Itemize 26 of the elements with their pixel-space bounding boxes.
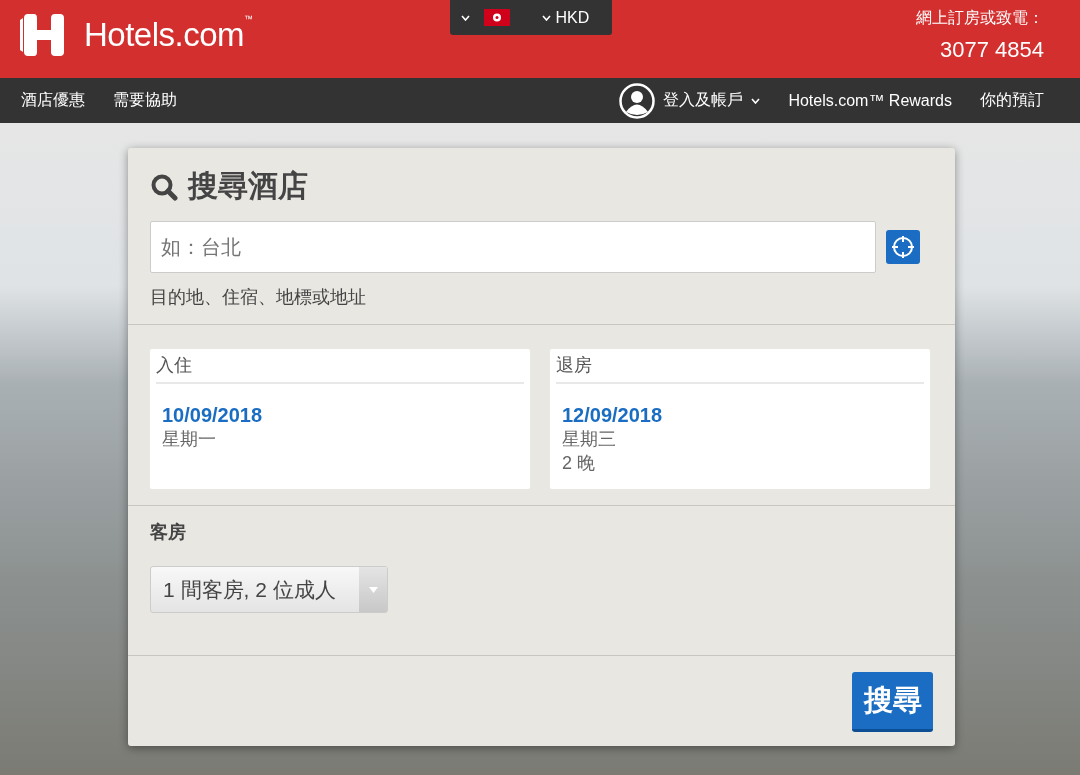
date-picker[interactable]: 入住 10/09/2018 星期一 — [150, 349, 530, 489]
panel-title: 搜尋酒店 — [188, 168, 308, 204]
rooms-dropdown[interactable]: 1 間客房, 2 位成人 — [150, 566, 388, 613]
contact-label: 網上訂房或致電： — [916, 8, 1044, 28]
locate-button[interactable] — [886, 230, 920, 264]
nav-link[interactable]: 酒店優惠 — [21, 90, 85, 111]
dropdown-arrow-icon — [368, 586, 378, 593]
rooms-label: 客房 — [150, 521, 187, 544]
bookings-link[interactable]: 你的預訂 — [980, 90, 1044, 111]
currency-label: HKD — [555, 8, 590, 27]
account-menu[interactable]: 登入及帳戶 — [663, 90, 744, 111]
destination-hint: 目的地、住宿、地標或地址 — [150, 286, 367, 309]
phone-number: 3077 4854 — [940, 37, 1044, 63]
search-button[interactable]: 搜尋 — [852, 672, 933, 732]
caret-icon — [751, 97, 761, 104]
caret-icon — [460, 14, 470, 21]
caret-icon — [541, 14, 551, 21]
locale-selector[interactable]: HKD — [449, 0, 612, 35]
destination-field[interactable]: 如：台北 — [150, 221, 876, 273]
user-avatar-icon[interactable] — [619, 82, 656, 119]
nav-link[interactable]: 需要協助 — [113, 90, 177, 111]
search-icon — [150, 172, 178, 201]
date-picker[interactable]: 退房 12/09/2018 星期三 2 晚 — [550, 349, 930, 489]
rewards-link[interactable]: Hotels.com™ Rewards — [788, 91, 952, 110]
flag-icon — [483, 9, 510, 26]
hotels-logo-text[interactable]: Hotels.com$^{™}$ — [84, 16, 253, 54]
